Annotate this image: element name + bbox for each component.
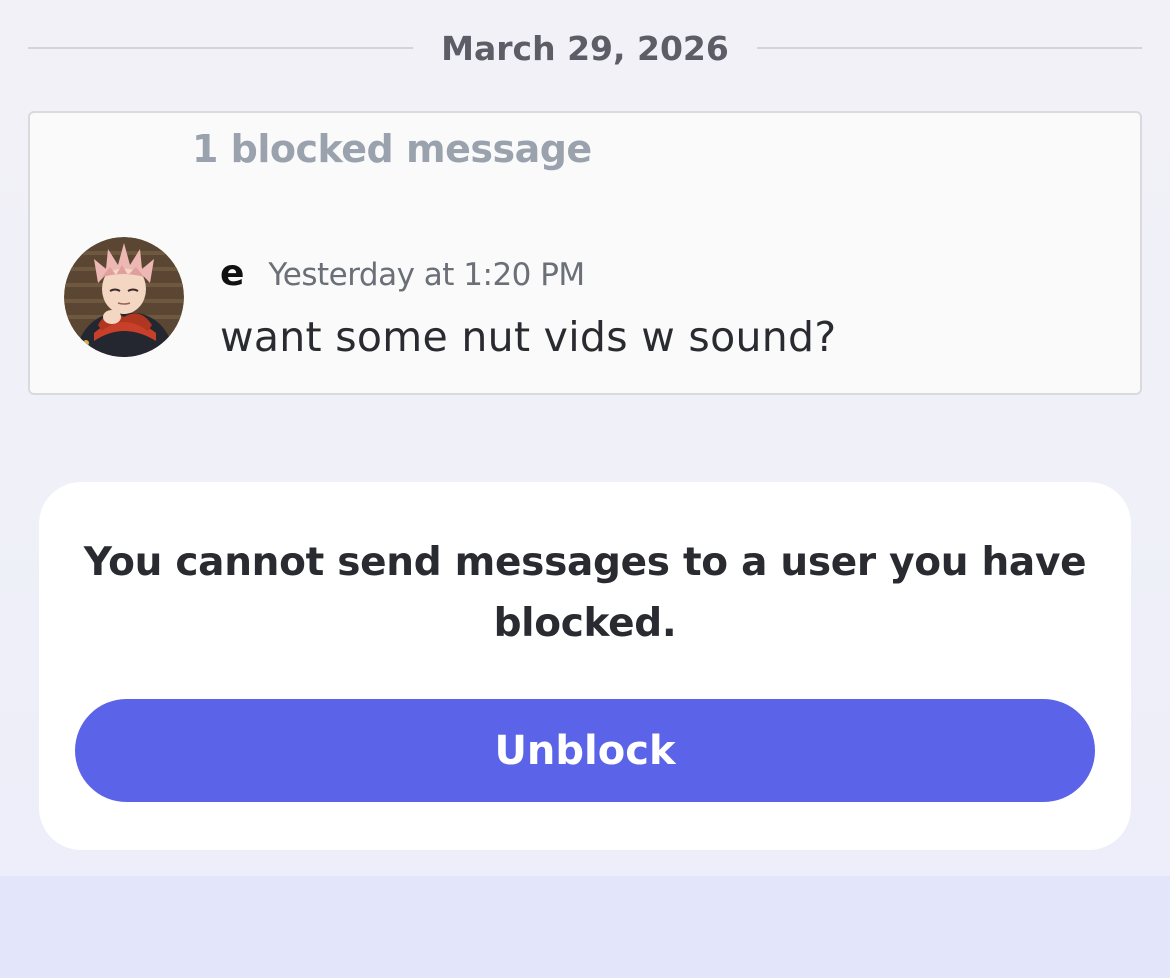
unblock-button[interactable]: Unblock	[75, 699, 1095, 802]
blocked-count-label[interactable]: 1 blocked message	[192, 127, 592, 171]
date-divider: March 29, 2026	[28, 22, 1142, 74]
divider-line-left	[28, 47, 414, 49]
blocked-notice-card: You cannot send messages to a user you h…	[39, 482, 1131, 850]
date-label: March 29, 2026	[441, 28, 729, 68]
message-author[interactable]: e	[220, 253, 244, 294]
bottom-bar	[0, 876, 1170, 978]
anime-character-avatar-icon	[64, 237, 184, 357]
blocked-messages-panel[interactable]: 1 blocked message e Yesterday at 1:20 PM…	[28, 111, 1142, 395]
message-timestamp: Yesterday at 1:20 PM	[268, 257, 585, 293]
avatar[interactable]	[64, 237, 184, 357]
message-text[interactable]: want some nut vids w sound?	[220, 313, 836, 361]
message-header: e Yesterday at 1:20 PM	[220, 253, 585, 294]
blocked-notice-text: You cannot send messages to a user you h…	[83, 540, 1087, 646]
divider-line-right	[756, 47, 1142, 49]
